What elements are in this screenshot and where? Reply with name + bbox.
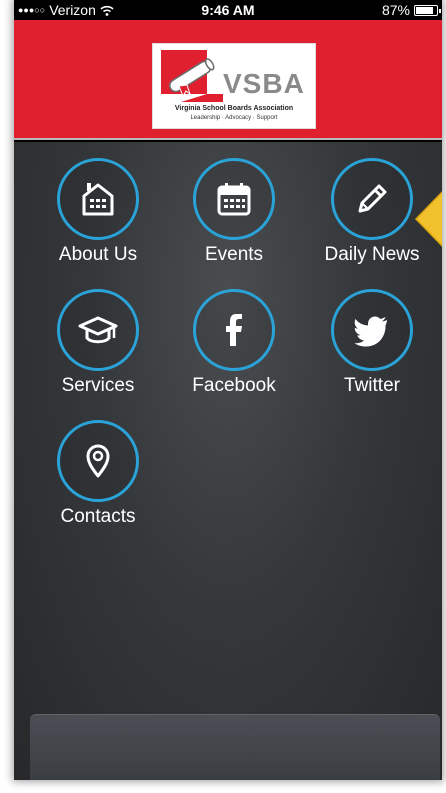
services-label: Services <box>61 375 135 396</box>
logo-subtitle: Virginia School Boards Association <box>174 105 294 112</box>
twitter-label: Twitter <box>344 375 400 396</box>
facebook-icon <box>226 314 242 346</box>
pencil-icon <box>358 184 387 213</box>
battery-group: 87% <box>381 2 441 18</box>
battery-fill <box>416 6 434 14</box>
menu-item-contacts[interactable]: Contacts <box>33 420 163 528</box>
contacts-label: Contacts <box>60 506 136 527</box>
phone-screen: ●●●○○ Verizon 9:46 AM 87% VSBA Virginia … <box>14 0 442 780</box>
menu-item-twitter[interactable]: Twitter <box>307 289 437 397</box>
app-header: VSBA Virginia School Boards Association … <box>14 20 442 140</box>
diploma-emblem-icon <box>161 50 223 102</box>
twitter-bird-icon <box>354 316 387 347</box>
services-button[interactable] <box>57 289 139 371</box>
menu-item-events[interactable]: Events <box>169 158 299 266</box>
about-us-label: About Us <box>58 244 138 265</box>
logo-wordmark: VSBA <box>223 68 305 99</box>
status-bar: ●●●○○ Verizon 9:46 AM 87% <box>14 0 442 20</box>
contacts-button[interactable] <box>57 420 139 502</box>
facebook-button[interactable] <box>193 289 275 371</box>
about-us-button[interactable] <box>57 158 139 240</box>
menu-item-about-us[interactable]: About Us <box>33 158 163 266</box>
bottom-bar <box>30 714 440 780</box>
daily-news-button[interactable] <box>331 158 413 240</box>
battery-percent: 87% <box>381 2 410 18</box>
calendar-icon <box>217 183 251 216</box>
clock: 9:46 AM <box>201 2 255 18</box>
events-button[interactable] <box>193 158 275 240</box>
menu-item-services[interactable]: Services <box>33 289 163 397</box>
vsba-logo[interactable]: VSBA Virginia School Boards Association … <box>152 43 316 129</box>
menu-item-facebook[interactable]: Facebook <box>169 289 299 397</box>
battery-icon <box>414 4 441 16</box>
map-pin-icon <box>86 444 110 478</box>
graduation-cap-icon <box>78 316 118 344</box>
menu-grid: About Us Events Daily News Services Face… <box>14 142 442 780</box>
twitter-button[interactable] <box>331 289 413 371</box>
facebook-label: Facebook <box>192 375 276 396</box>
building-icon <box>82 183 114 216</box>
events-label: Events <box>204 244 264 265</box>
logo-tagline: Leadership · Advocacy · Support <box>190 115 278 121</box>
callout-arrow-icon <box>414 191 442 247</box>
